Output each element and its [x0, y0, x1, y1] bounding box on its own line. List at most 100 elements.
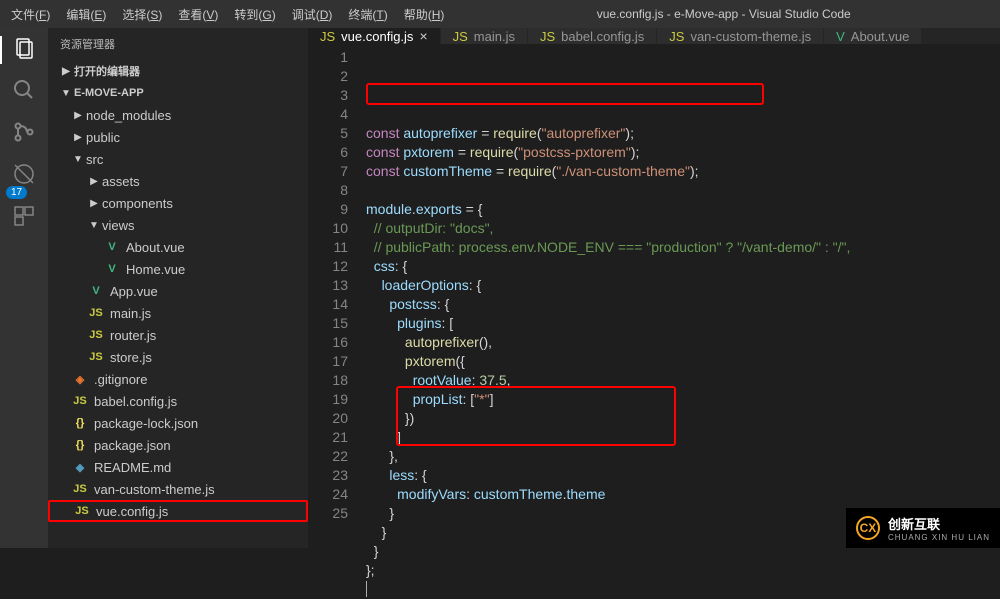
menu-item[interactable]: 选择(S)	[115, 2, 169, 27]
tab-About-vue[interactable]: VAbout.vue	[824, 28, 922, 44]
tree-item-assets[interactable]: ▶assets	[48, 170, 308, 192]
debug-icon[interactable]	[12, 162, 36, 186]
code-line-5[interactable]: module.exports = {	[366, 200, 1000, 219]
code-line-14[interactable]: rootValue: 37.5,	[366, 371, 1000, 390]
tab-label: About.vue	[851, 29, 910, 44]
code-line-16[interactable]: })	[366, 409, 1000, 428]
search-icon[interactable]	[12, 78, 36, 102]
watermark-sub: CHUANG XIN HU LIAN	[888, 533, 990, 542]
editor-area: JSvue.config.js×JSmain.jsJSbabel.config.…	[308, 28, 1000, 548]
tab-label: van-custom-theme.js	[690, 29, 811, 44]
tree-item-node_modules[interactable]: ▶node_modules	[48, 104, 308, 126]
tree-item-babel-config-js[interactable]: JSbabel.config.js	[48, 390, 308, 412]
tree-item-public[interactable]: ▶public	[48, 126, 308, 148]
code-line-20[interactable]: modifyVars: customTheme.theme	[366, 485, 1000, 504]
highlight-line3	[366, 83, 764, 105]
menu-item[interactable]: 查看(V)	[171, 2, 225, 27]
tree-label: van-custom-theme.js	[94, 482, 215, 497]
tree-item-package-lock-json[interactable]: {}package-lock.json	[48, 412, 308, 434]
titlebar: 文件(F)编辑(E)选择(S)查看(V)转到(G)调试(D)终端(T)帮助(H)…	[0, 0, 1000, 28]
menu-item[interactable]: 终端(T)	[341, 2, 394, 27]
tree-item--gitignore[interactable]: ◈.gitignore	[48, 368, 308, 390]
tree-item-About-vue[interactable]: VAbout.vue	[48, 236, 308, 258]
code-line-9[interactable]: loaderOptions: {	[366, 276, 1000, 295]
project-section[interactable]: ▼ E-MOVE-APP	[48, 82, 308, 104]
watermark: CX 创新互联 CHUANG XIN HU LIAN	[846, 508, 1000, 548]
tree-item-van-custom-theme-js[interactable]: JSvan-custom-theme.js	[48, 478, 308, 500]
tab-babel-config-js[interactable]: JSbabel.config.js	[528, 28, 657, 44]
tree-item-vue-config-js[interactable]: JSvue.config.js	[48, 500, 308, 522]
tree-label: node_modules	[86, 108, 171, 123]
menu-item[interactable]: 编辑(E)	[59, 2, 113, 27]
tree-label: package-lock.json	[94, 416, 198, 431]
tab-label: vue.config.js	[341, 29, 413, 44]
sidebar: 资源管理器 ▶ 打开的编辑器 ▼ E-MOVE-APP ▶node_module…	[48, 28, 308, 548]
tree-label: App.vue	[110, 284, 158, 299]
tree-label: components	[102, 196, 173, 211]
open-editors-section[interactable]: ▶ 打开的编辑器	[48, 60, 308, 82]
tree-item-README-md[interactable]: ◆README.md	[48, 456, 308, 478]
tree-label: assets	[102, 174, 140, 189]
code-line-8[interactable]: css: {	[366, 257, 1000, 276]
extensions-icon[interactable]	[12, 204, 36, 228]
tree-item-router-js[interactable]: JSrouter.js	[48, 324, 308, 346]
tree-item-main-js[interactable]: JSmain.js	[48, 302, 308, 324]
code-line-12[interactable]: autoprefixer(),	[366, 333, 1000, 352]
section-label: E-MOVE-APP	[74, 87, 144, 99]
tree-item-App-vue[interactable]: VApp.vue	[48, 280, 308, 302]
tab-label: babel.config.js	[561, 29, 644, 44]
tree-label: vue.config.js	[96, 504, 168, 519]
tree-label: package.json	[94, 438, 171, 453]
code-line-2[interactable]: const pxtorem = require("postcss-pxtorem…	[366, 143, 1000, 162]
code-line-24[interactable]: };	[366, 561, 1000, 580]
activity-bar: 17	[0, 28, 48, 548]
tree-label: src	[86, 152, 103, 167]
code-line-25[interactable]	[366, 580, 1000, 599]
line-gutter: 1234567891011121314151617181920212223242…	[308, 44, 366, 599]
tab-bar: JSvue.config.js×JSmain.jsJSbabel.config.…	[308, 28, 1000, 44]
tree-label: Home.vue	[126, 262, 185, 277]
tree-label: babel.config.js	[94, 394, 177, 409]
tree-label: store.js	[110, 350, 152, 365]
tree-item-views[interactable]: ▼views	[48, 214, 308, 236]
chevron-right-icon: ▶	[60, 66, 72, 77]
explorer-icon[interactable]	[12, 36, 36, 60]
scm-badge: 17	[6, 186, 27, 199]
tree-item-src[interactable]: ▼src	[48, 148, 308, 170]
tree-label: main.js	[110, 306, 151, 321]
tree-item-Home-vue[interactable]: VHome.vue	[48, 258, 308, 280]
tab-van-custom-theme-js[interactable]: JSvan-custom-theme.js	[657, 28, 824, 44]
menu-item[interactable]: 帮助(H)	[397, 2, 452, 27]
code-line-11[interactable]: plugins: [	[366, 314, 1000, 333]
code-line-3[interactable]: const customTheme = require("./van-custo…	[366, 162, 1000, 181]
menu-item[interactable]: 转到(G)	[227, 2, 282, 27]
source-control-icon[interactable]	[12, 120, 36, 144]
close-icon[interactable]: ×	[419, 28, 427, 44]
code-line-19[interactable]: less: {	[366, 466, 1000, 485]
tab-main-js[interactable]: JSmain.js	[441, 28, 528, 44]
code-line-1[interactable]: const autoprefixer = require("autoprefix…	[366, 124, 1000, 143]
menu-item[interactable]: 调试(D)	[285, 2, 340, 27]
tree-item-store-js[interactable]: JSstore.js	[48, 346, 308, 368]
tree-label: About.vue	[126, 240, 185, 255]
watermark-brand: 创新互联	[888, 514, 990, 533]
window-title: vue.config.js - e-Move-app - Visual Stud…	[451, 7, 996, 21]
code-line-6[interactable]: // outputDir: "docs",	[366, 219, 1000, 238]
section-label: 打开的编辑器	[74, 63, 140, 79]
chevron-down-icon: ▼	[60, 88, 72, 99]
tree-item-components[interactable]: ▶components	[48, 192, 308, 214]
code-line-10[interactable]: postcss: {	[366, 295, 1000, 314]
menu-item[interactable]: 文件(F)	[4, 2, 57, 27]
sidebar-title: 资源管理器	[48, 28, 308, 60]
code-line-13[interactable]: pxtorem({	[366, 352, 1000, 371]
code-line-18[interactable]: },	[366, 447, 1000, 466]
tree-label: .gitignore	[94, 372, 147, 387]
code-line-4[interactable]	[366, 181, 1000, 200]
code-line-17[interactable]: ]	[366, 428, 1000, 447]
tree-item-package-json[interactable]: {}package.json	[48, 434, 308, 456]
tree-label: router.js	[110, 328, 156, 343]
tab-vue-config-js[interactable]: JSvue.config.js×	[308, 28, 441, 44]
code-line-15[interactable]: propList: ["*"]	[366, 390, 1000, 409]
active-indicator	[0, 36, 2, 64]
code-line-7[interactable]: // publicPath: process.env.NODE_ENV === …	[366, 238, 1000, 257]
